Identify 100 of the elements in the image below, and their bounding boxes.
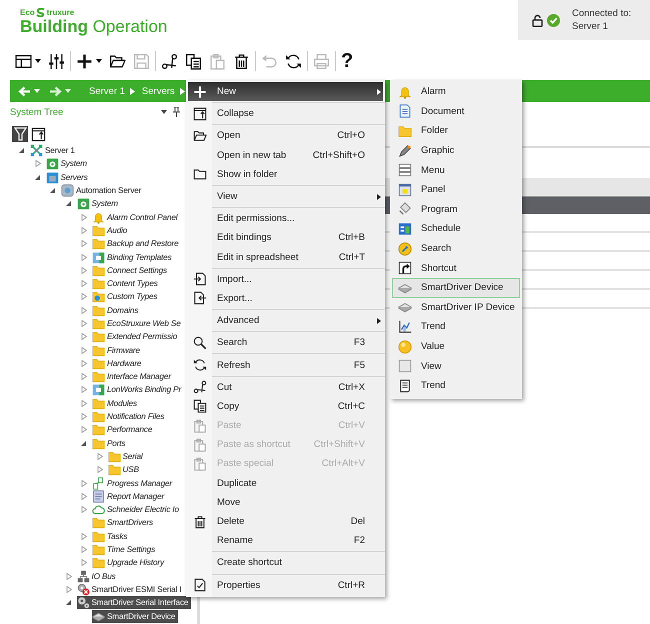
menu-item[interactable]: Shortcut — [392, 258, 520, 278]
tree-item[interactable]: Performance — [107, 425, 152, 434]
menu-item[interactable]: Edit in spreadsheet Ctrl+T — [188, 248, 383, 267]
plus-button[interactable] — [76, 52, 102, 70]
tree-item[interactable]: Upgrade History — [107, 558, 164, 568]
sliders-button[interactable] — [48, 52, 65, 70]
menu-item[interactable]: Search F3 — [188, 333, 383, 352]
collapsed-toggle[interactable] — [80, 293, 89, 300]
pin-icon[interactable] — [173, 107, 180, 117]
collapsed-toggle[interactable] — [96, 466, 104, 474]
menu-item[interactable]: Menu — [392, 160, 520, 180]
scissors-button[interactable] — [161, 52, 178, 70]
tree-item[interactable]: USB — [122, 465, 139, 474]
menu-item[interactable]: Program — [392, 200, 520, 220]
tree-item[interactable]: System — [60, 159, 87, 168]
menu-item[interactable]: Cut Ctrl+X — [188, 378, 383, 397]
menu-item[interactable]: Panel — [392, 180, 520, 200]
menu-item[interactable]: Open Ctrl+O — [188, 126, 383, 146]
collapsed-toggle[interactable] — [64, 572, 74, 580]
tree-item[interactable]: Servers — [60, 172, 88, 182]
collapsed-toggle[interactable] — [80, 386, 89, 394]
tree-item[interactable]: Report Manager — [107, 492, 164, 501]
collapsed-toggle[interactable] — [80, 360, 89, 367]
tree-item[interactable]: Custom Types — [107, 292, 158, 302]
menu-item[interactable]: Delete Del — [188, 512, 383, 532]
menu-item[interactable]: Document — [392, 102, 520, 122]
tree-item[interactable]: SmartDrivers — [107, 518, 153, 528]
tree-item[interactable]: Server 1 — [45, 146, 75, 156]
expanded-toggle[interactable] — [64, 200, 74, 208]
tree-item[interactable]: Time Settings — [107, 545, 156, 554]
tree-item[interactable]: Schneider Electric Io — [107, 505, 179, 514]
collapsed-toggle[interactable] — [80, 254, 89, 261]
collapsed-toggle[interactable] — [80, 373, 89, 380]
collapsed-toggle[interactable] — [80, 280, 89, 288]
collapsed-toggle[interactable] — [80, 426, 89, 434]
menu-item[interactable]: New — [188, 82, 383, 102]
menu-item[interactable]: SmartDriver Device — [392, 278, 520, 298]
collapsed-toggle[interactable] — [96, 452, 104, 460]
open-folder-button[interactable] — [109, 52, 126, 70]
tree-item[interactable]: SmartDriver Serial Interface — [92, 598, 188, 608]
expanded-toggle[interactable] — [64, 599, 74, 606]
filter-button[interactable] — [12, 126, 28, 142]
collapsed-toggle[interactable] — [80, 506, 89, 514]
trash-button[interactable] — [233, 52, 250, 70]
menu-item[interactable]: Create shortcut — [188, 553, 383, 572]
menu-item[interactable]: Rename F2 — [188, 531, 383, 550]
collapsed-toggle[interactable] — [80, 240, 89, 248]
menu-item[interactable]: Refresh F5 — [188, 355, 383, 375]
expanded-toggle[interactable] — [49, 187, 58, 194]
menu-item[interactable]: Collapse — [188, 104, 383, 124]
menu-item[interactable]: Folder — [392, 121, 520, 141]
collapsed-toggle[interactable] — [80, 306, 89, 314]
forward-button[interactable] — [49, 86, 71, 96]
menu-item[interactable]: Edit bindings Ctrl+B — [188, 228, 383, 248]
back-button[interactable] — [18, 86, 40, 96]
tree-item[interactable]: Connect Settings — [107, 266, 167, 275]
tree-item[interactable]: Tasks — [107, 532, 128, 541]
menu-item[interactable]: Value — [392, 336, 520, 356]
tree-item[interactable]: Alarm Control Panel — [107, 212, 178, 222]
tree-item[interactable]: Firmware — [107, 346, 140, 355]
collapsed-toggle[interactable] — [80, 214, 89, 221]
tree-item[interactable]: Automation Server — [76, 186, 142, 196]
expanded-toggle[interactable] — [18, 147, 27, 154]
collapsed-toggle[interactable] — [34, 160, 42, 168]
collapsed-toggle[interactable] — [80, 546, 89, 554]
menu-item[interactable]: Search — [392, 238, 520, 258]
tree-item[interactable]: Backup and Restore — [107, 239, 178, 248]
tree-item[interactable]: LonWorks Binding Pr — [107, 385, 182, 394]
menu-item[interactable]: View — [188, 186, 383, 206]
collapsed-toggle[interactable] — [80, 320, 89, 327]
collapsed-toggle[interactable] — [64, 586, 74, 593]
tree-item[interactable]: SmartDriver ESMI Serial I — [92, 584, 182, 594]
menu-item[interactable]: Show in folder — [188, 164, 383, 184]
refresh-button[interactable] — [285, 52, 302, 70]
menu-item[interactable]: Trend — [392, 317, 520, 337]
menu-item[interactable]: View — [392, 356, 520, 376]
tree-item[interactable]: Modules — [107, 398, 137, 408]
menu-item[interactable]: Schedule — [392, 219, 520, 239]
collapsed-toggle[interactable] — [80, 480, 89, 487]
copy-button[interactable] — [185, 52, 202, 70]
menu-item[interactable]: Trend — [392, 376, 520, 396]
tree-item[interactable]: EcoStruxure Web Se — [107, 319, 181, 328]
tree-item[interactable]: Domains — [107, 306, 138, 315]
tree-item[interactable]: Ports — [107, 438, 126, 448]
menu-item[interactable]: Move — [188, 492, 383, 512]
tree-item[interactable]: System — [92, 199, 118, 208]
tree-item[interactable]: Content Types — [107, 279, 158, 288]
collapsed-toggle[interactable] — [80, 532, 89, 540]
menu-item[interactable]: SmartDriver IP Device — [392, 298, 520, 318]
tree-item[interactable]: Interface Manager — [107, 372, 171, 382]
tree-item[interactable]: SmartDriver Device — [107, 612, 176, 621]
menu-item[interactable]: Import... — [188, 270, 383, 289]
menu-item[interactable]: Advanced — [188, 311, 383, 330]
menu-item[interactable]: Copy Ctrl+C — [188, 396, 383, 416]
collapsed-toggle[interactable] — [80, 492, 89, 500]
collapsed-toggle[interactable] — [80, 413, 89, 420]
tree-item[interactable]: Binding Templates — [107, 252, 172, 262]
menu-item[interactable]: Export... — [188, 288, 383, 308]
menu-item[interactable]: Duplicate — [188, 474, 383, 493]
collapsed-toggle[interactable] — [80, 559, 89, 566]
